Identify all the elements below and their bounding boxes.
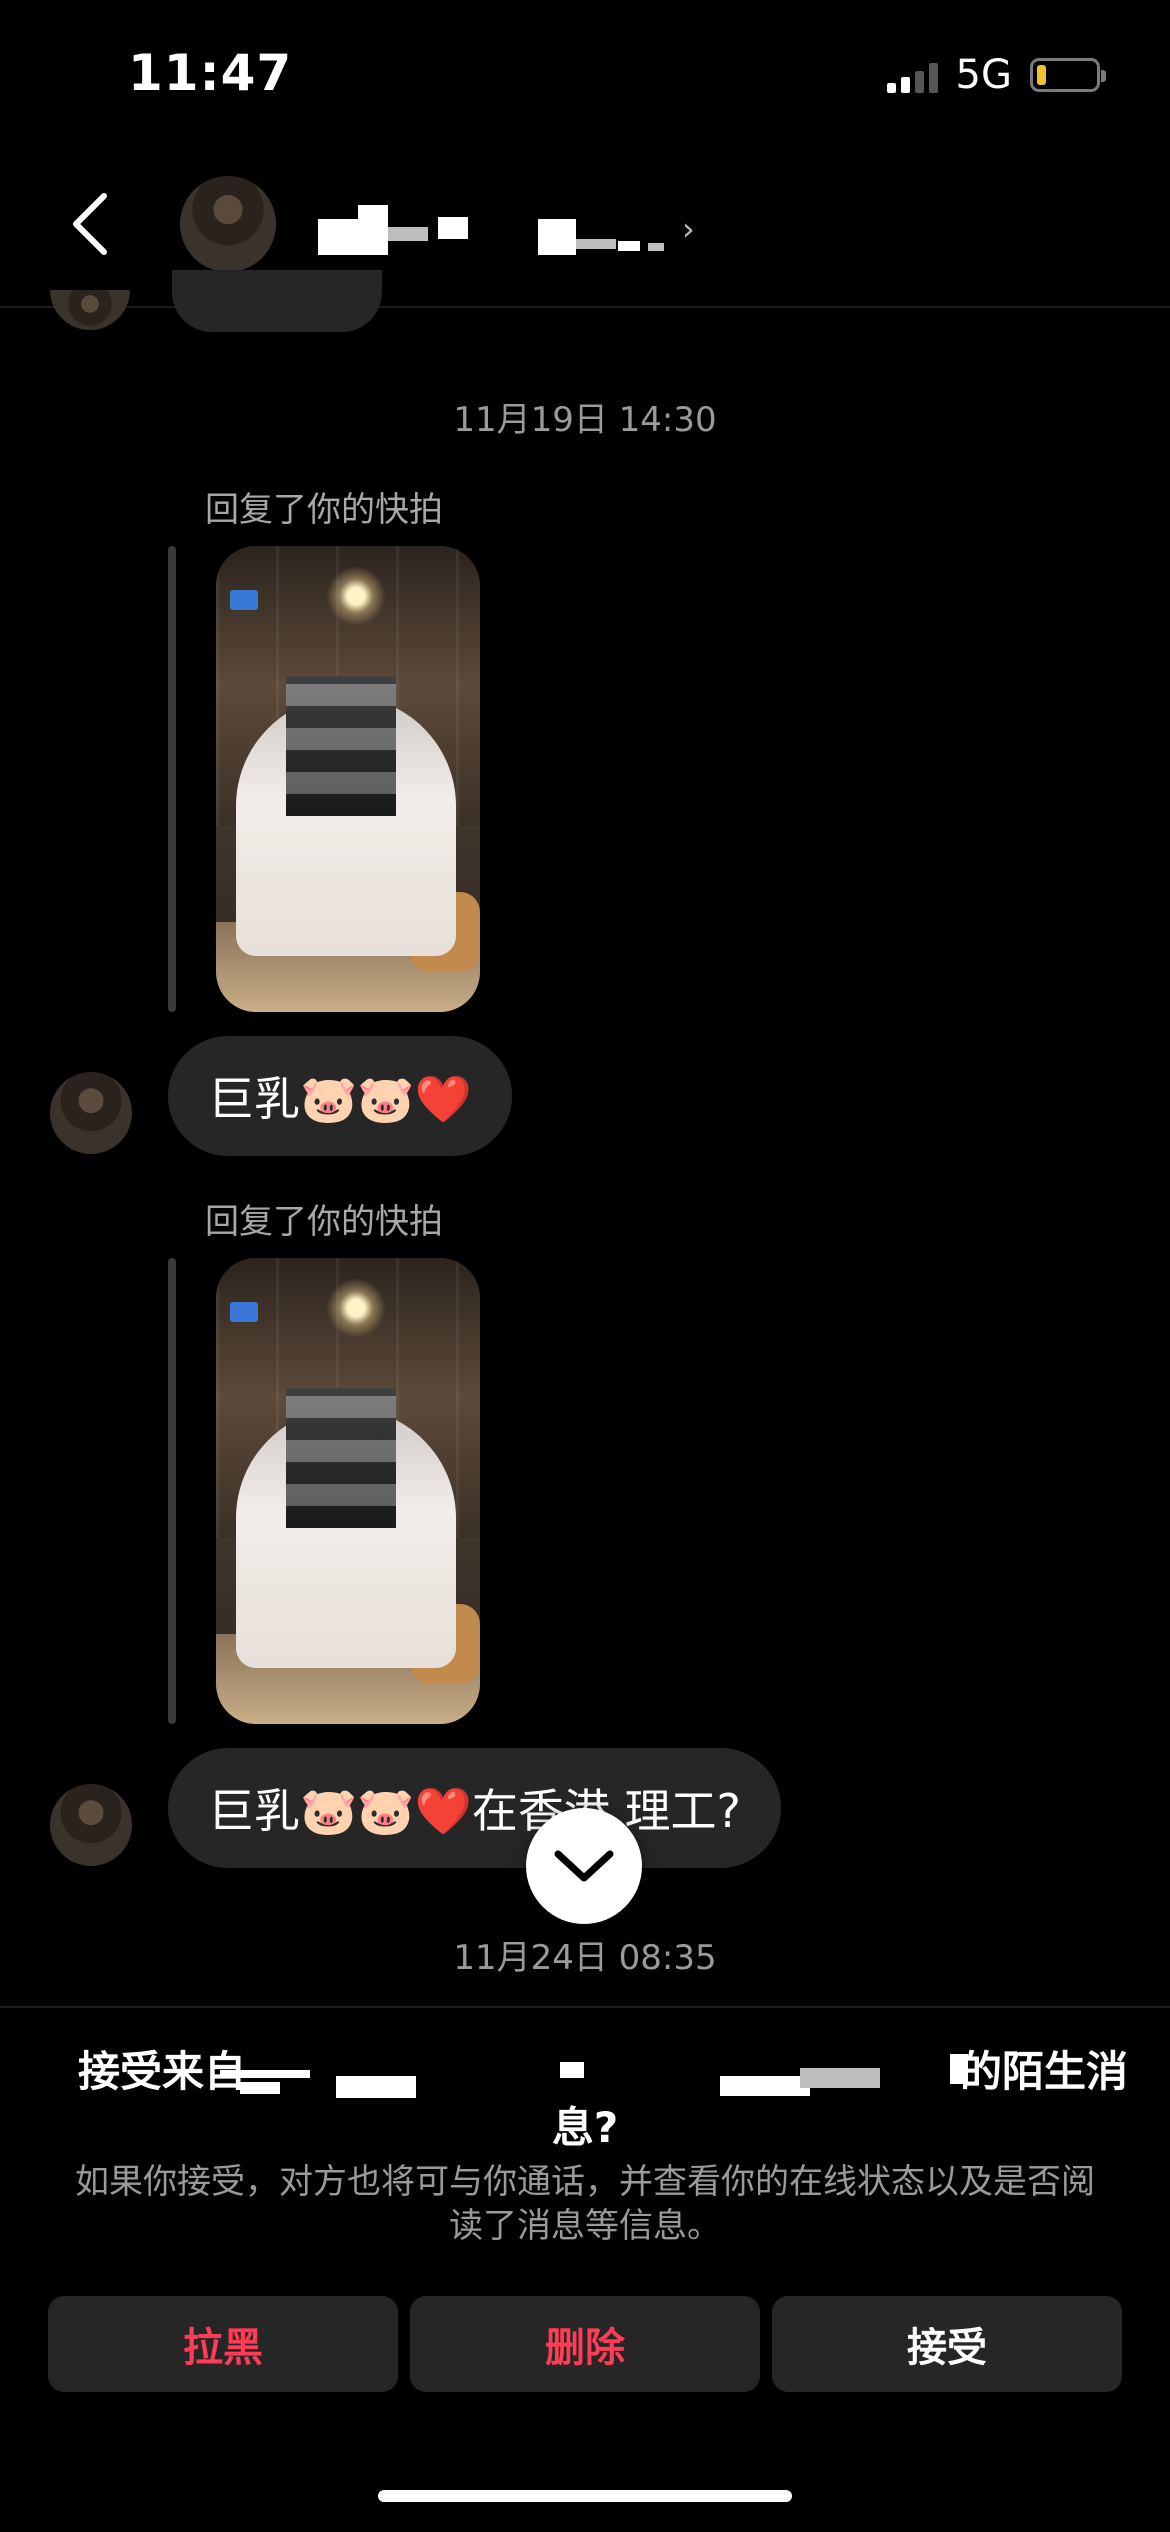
timestamp: 11月24日 08:35: [453, 1938, 717, 1978]
battery-icon: [1030, 58, 1106, 92]
status-indicators: 5G: [886, 52, 1106, 98]
redaction-mosaic: [160, 2054, 1000, 2102]
reply-label: 回复了你的快拍: [205, 1202, 443, 1242]
accept-button[interactable]: 接受: [772, 2296, 1122, 2392]
back-chevron-icon[interactable]: [70, 192, 110, 256]
request-title-line2: 息?: [551, 2103, 619, 2152]
request-description: 如果你接受，对方也将可与你通话，并查看你的在线状态以及是否阅读了消息等信息。: [75, 2162, 1095, 2246]
block-button[interactable]: 拉黑: [48, 2296, 398, 2392]
contact-avatar[interactable]: [180, 176, 276, 272]
request-title-end: 的陌生消: [959, 2047, 1128, 2096]
status-time: 11:47: [128, 44, 293, 102]
story-thumbnail[interactable]: [216, 546, 480, 1012]
request-title: 接受来自 的陌生消 息?: [60, 2046, 1128, 2154]
redaction-mosaic: [318, 205, 698, 255]
sender-avatar[interactable]: [50, 290, 130, 330]
reply-label: 回复了你的快拍: [205, 490, 443, 530]
message-bubble[interactable]: 巨乳🐷🐷❤️: [168, 1036, 512, 1156]
message-bubble-partial: [172, 270, 382, 332]
message-bubble[interactable]: 巨乳🐷🐷❤️在香港 理工?: [168, 1748, 781, 1868]
home-indicator[interactable]: [378, 2490, 792, 2502]
sender-avatar[interactable]: [50, 1784, 132, 1866]
reply-quote-line: [168, 546, 176, 1012]
chevron-right-icon[interactable]: ›: [682, 210, 695, 248]
chevron-down-icon: [554, 1850, 614, 1882]
signal-icon: [886, 57, 938, 93]
panel-divider: [0, 2006, 1170, 2008]
timestamp: 11月19日 14:30: [453, 400, 717, 440]
delete-button[interactable]: 删除: [410, 2296, 760, 2392]
sender-avatar[interactable]: [50, 1072, 132, 1154]
story-thumbnail[interactable]: [216, 1258, 480, 1724]
scroll-to-bottom-button[interactable]: [526, 1808, 642, 1924]
network-label: 5G: [955, 52, 1012, 98]
reply-quote-line: [168, 1258, 176, 1724]
